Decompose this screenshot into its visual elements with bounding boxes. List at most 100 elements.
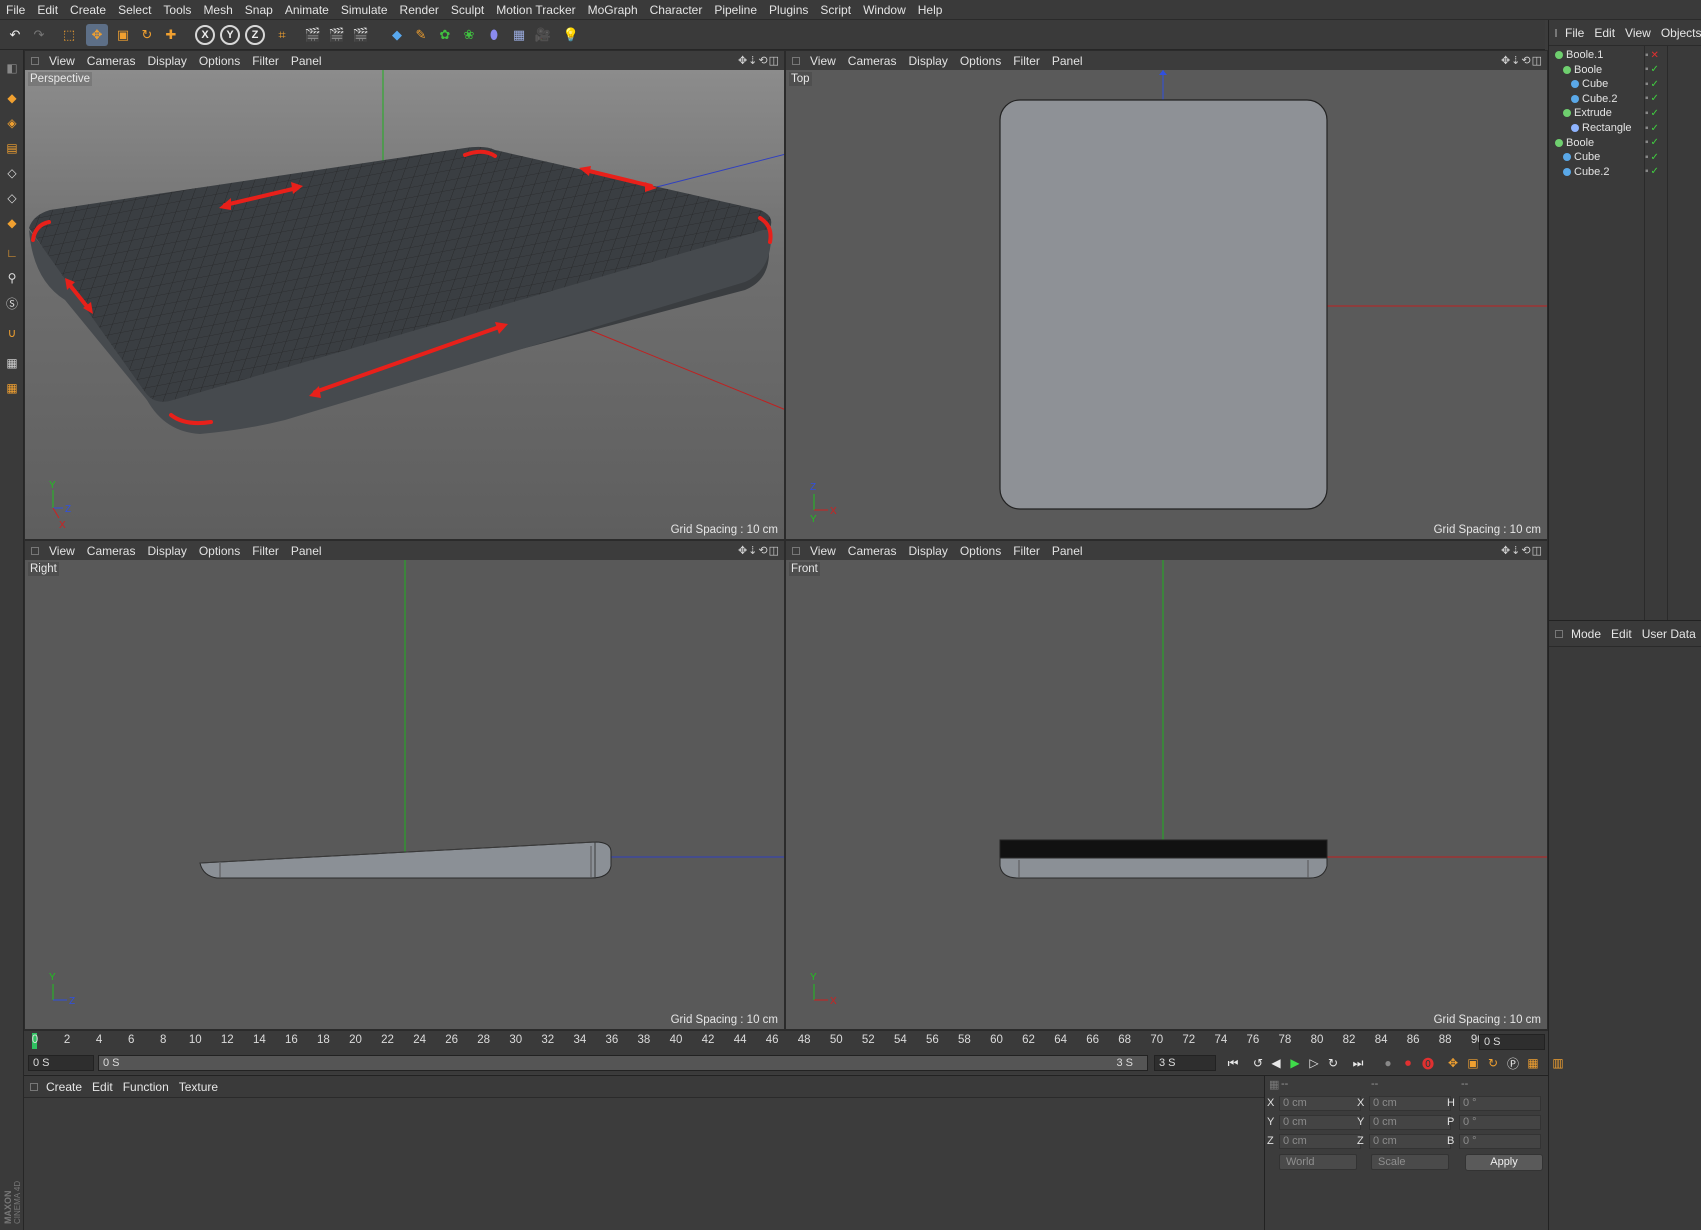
panel-menu-create[interactable]: Create [41,1080,87,1094]
viewport-menu-filter[interactable]: Filter [246,54,285,68]
cloner-icon[interactable]: ❀ [458,24,480,46]
rotate-tool-icon[interactable]: ↻ [136,24,158,46]
panel-menu-user-data[interactable]: User Data [1637,627,1701,641]
visibility-toggles[interactable]: ▪✓ [1645,137,1661,148]
visibility-toggles[interactable]: ▪✓ [1645,166,1661,177]
coord-value-field[interactable]: 0 cm [1369,1134,1451,1149]
magnet-icon[interactable]: ∪ [2,323,22,343]
viewport-menu-cameras[interactable]: Cameras [81,54,142,68]
panel-menu-texture[interactable]: Texture [174,1080,223,1094]
menu-script[interactable]: Script [814,3,857,17]
menu-edit[interactable]: Edit [31,3,64,17]
viewport-nav-controls[interactable]: ✥⇣⟲◫ [1501,54,1543,67]
light-icon[interactable]: 💡 [560,24,582,46]
menu-tools[interactable]: Tools [157,3,197,17]
viewport-menu-cameras[interactable]: Cameras [81,544,142,558]
viewport-menu-display[interactable]: Display [902,544,953,558]
viewport-menu-display[interactable]: Display [902,54,953,68]
viewport-menu-view[interactable]: View [43,54,81,68]
menu-select[interactable]: Select [112,3,157,17]
camera-icon[interactable]: 🎥 [532,24,554,46]
visibility-toggles[interactable]: ▪✓ [1645,108,1661,119]
panel-menu-edit[interactable]: Edit [87,1080,118,1094]
goto-end-icon[interactable]: ⏭ [1349,1054,1367,1072]
snapping-icon[interactable]: Ⓢ [2,293,22,313]
timeline-ruler[interactable]: 0 2 4 6 8 10 12 14 16 18 20 22 24 26 28 30 32 34 36 38 40 42 4… [24,1030,1548,1052]
axis-y-lock-button[interactable]: Y [220,25,240,45]
viewport-front[interactable]: View Cameras Display Options Filter Panel ✥⇣⟲… [785,540,1548,1030]
menu-create[interactable]: Create [64,3,112,17]
viewport-menu-filter[interactable]: Filter [246,544,285,558]
viewport-menu-filter[interactable]: Filter [1007,544,1046,558]
menu-character[interactable]: Character [644,3,709,17]
pen-spline-icon[interactable]: ✎ [410,24,432,46]
axis-z-lock-button[interactable]: Z [245,25,265,45]
panel-handle[interactable] [31,56,39,65]
cube-primitive-icon[interactable]: ◆ [386,24,408,46]
menu-plugins[interactable]: Plugins [763,3,814,17]
viewport-menu-panel[interactable]: Panel [285,54,328,68]
menu-help[interactable]: Help [912,3,949,17]
apply-button[interactable]: Apply [1465,1154,1543,1171]
key-position-icon[interactable]: ✥ [1444,1054,1462,1072]
scale-tool-icon[interactable]: ▣ [112,24,134,46]
panel-handle[interactable] [31,546,39,555]
coordinate-system-icon[interactable]: ⌗ [271,24,293,46]
record-keys-disabled-icon[interactable]: ● [1379,1054,1397,1072]
edges-mode-icon[interactable]: ◇ [2,188,22,208]
render-view-icon[interactable]: 🎬 [302,24,324,46]
viewport-menu-options[interactable]: Options [954,54,1007,68]
workplane-mode-icon[interactable]: ▤ [2,138,22,158]
make-editable-icon[interactable]: ◧ [2,58,22,78]
goto-start-icon[interactable]: ⏮ [1224,1054,1242,1072]
current-time-field[interactable]: 0 S [28,1055,94,1071]
tweak-mode-icon[interactable]: ⚲ [2,268,22,288]
panel-menu-objects[interactable]: Objects [1656,26,1701,40]
visibility-toggles[interactable]: ▪✓ [1645,93,1661,104]
record-active-icon[interactable]: ⏺ [1399,1054,1417,1072]
redo-icon[interactable]: ↷ [28,24,50,46]
panel-menu-function[interactable]: Function [118,1080,174,1094]
panel-menu-file[interactable]: File [1560,26,1589,40]
viewport-perspective[interactable]: View Cameras Display Options Filter Panel ✥⇣⟲… [24,50,785,540]
visibility-toggles[interactable]: ▪✓ [1645,64,1661,75]
viewport-nav-controls[interactable]: ✥⇣⟲◫ [1501,544,1543,557]
render-picture-viewer-icon[interactable]: 🎬 [326,24,348,46]
visibility-toggles[interactable]: ▪✕ [1645,50,1661,61]
object-row[interactable]: Extrude ▪✓ [1549,106,1701,120]
viewport-menu-options[interactable]: Options [954,544,1007,558]
viewport-menu-options[interactable]: Options [193,544,246,558]
viewport-nav-controls[interactable]: ✥⇣⟲◫ [738,544,780,557]
viewport-top[interactable]: View Cameras Display Options Filter Panel ✥⇣⟲… [785,50,1548,540]
menu-mesh[interactable]: Mesh [197,3,238,17]
coord-value-field[interactable]: 0 cm [1369,1115,1451,1130]
menu-animate[interactable]: Animate [279,3,335,17]
coord-value-field[interactable]: 0 cm [1279,1096,1361,1111]
points-mode-icon[interactable]: ◇ [2,163,22,183]
coord-value-field[interactable]: 0 ° [1459,1115,1541,1130]
visibility-toggles[interactable]: ▪✓ [1645,152,1661,163]
key-parameter-icon[interactable]: Ⓟ [1504,1054,1522,1072]
render-settings-icon[interactable]: 🎬 [350,24,372,46]
object-row[interactable]: Boole ▪✓ [1549,63,1701,77]
panel-menu-edit[interactable]: Edit [1606,627,1637,641]
polygons-mode-icon[interactable]: ◆ [2,213,22,233]
panel-menu-mode[interactable]: Mode [1566,627,1606,641]
object-row[interactable]: Cube ▪✓ [1549,150,1701,164]
object-row[interactable]: Rectangle ▪✓ [1549,121,1701,135]
menu-simulate[interactable]: Simulate [335,3,394,17]
key-rotation-icon[interactable]: ↻ [1484,1054,1502,1072]
key-scale-icon[interactable]: ▣ [1464,1054,1482,1072]
viewport-menu-display[interactable]: Display [141,544,192,558]
menu-motion-tracker[interactable]: Motion Tracker [490,3,581,17]
coord-value-field[interactable]: 0 cm [1369,1096,1451,1111]
object-row[interactable]: Boole.1 ▪✕ [1549,48,1701,62]
max-time-field[interactable]: 3 S [1154,1055,1216,1071]
viewport-right[interactable]: View Cameras Display Options Filter Panel ✥⇣⟲… [24,540,785,1030]
visibility-toggles[interactable]: ▪✓ [1645,79,1661,90]
menu-file[interactable]: File [0,3,31,17]
timeline-window-icon[interactable]: ▥ [1549,1054,1567,1072]
viewport-menu-options[interactable]: Options [193,54,246,68]
viewport-menu-view[interactable]: View [43,544,81,558]
timeline-end-field[interactable]: 0 S [1479,1034,1545,1050]
